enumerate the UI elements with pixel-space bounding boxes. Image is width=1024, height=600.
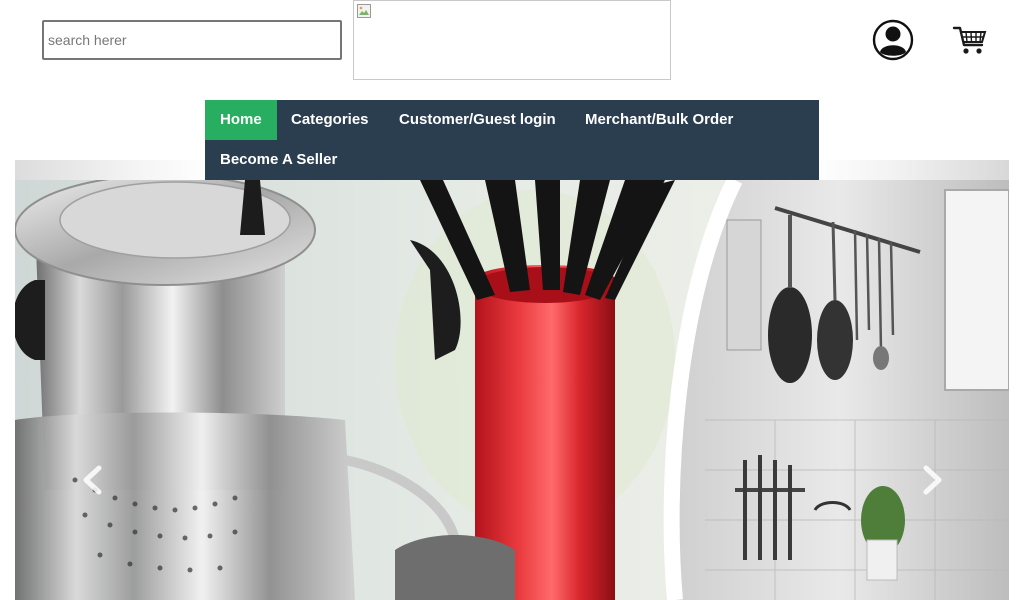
chevron-right-icon[interactable] xyxy=(912,460,952,500)
broken-image-icon xyxy=(357,4,371,18)
nav-item-customer-guest-login[interactable]: Customer/Guest login xyxy=(384,100,571,140)
main-nav: Home Categories Customer/Guest login Mer… xyxy=(205,100,819,180)
chevron-left-icon[interactable] xyxy=(73,460,113,500)
kitchen-utensils-photo xyxy=(15,174,1009,600)
nav-item-merchant-bulk-order[interactable]: Merchant/Bulk Order xyxy=(570,100,748,140)
shopping-cart-icon[interactable] xyxy=(952,24,988,56)
user-account-icon[interactable] xyxy=(872,19,914,61)
nav-item-become-a-seller[interactable]: Become A Seller xyxy=(205,140,352,180)
nav-item-home[interactable]: Home xyxy=(205,100,277,140)
hero-carousel[interactable] xyxy=(15,160,1009,600)
page: Home Categories Customer/Guest login Mer… xyxy=(0,0,1024,600)
logo-image[interactable] xyxy=(353,0,671,80)
search-input[interactable] xyxy=(42,20,342,60)
nav-item-categories[interactable]: Categories xyxy=(276,100,384,140)
